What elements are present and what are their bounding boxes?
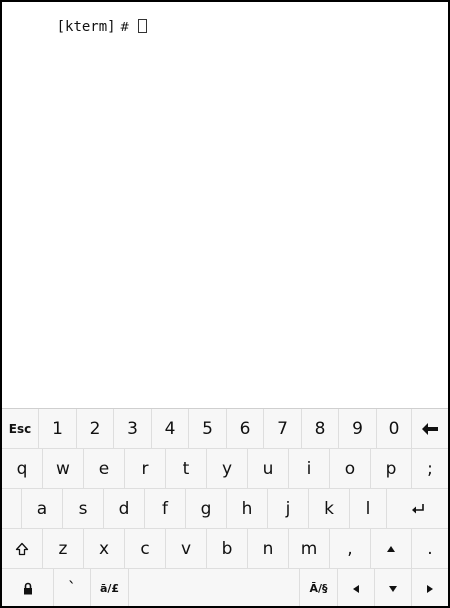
key-shift[interactable] — [2, 529, 43, 569]
key-u[interactable]: u — [248, 449, 289, 489]
key-space[interactable] — [129, 569, 300, 606]
key-period[interactable]: . — [412, 529, 448, 569]
key-esc[interactable]: Esc — [2, 409, 39, 449]
key-8[interactable]: 8 — [302, 409, 339, 449]
text-cursor — [137, 19, 147, 33]
key-comma[interactable]: , — [330, 529, 371, 569]
keyboard-row-1: Esc 1 2 3 4 5 6 7 8 9 0 — [2, 409, 448, 449]
arrow-left-icon — [353, 584, 359, 593]
lock-icon — [23, 582, 32, 595]
arrow-down-icon — [389, 585, 397, 592]
key-enter[interactable] — [387, 489, 448, 529]
on-screen-keyboard: Esc 1 2 3 4 5 6 7 8 9 0 q w e r t y u i … — [2, 408, 448, 606]
key-1[interactable]: 1 — [39, 409, 77, 449]
key-7[interactable]: 7 — [264, 409, 302, 449]
key-4[interactable]: 4 — [152, 409, 189, 449]
key-n[interactable]: n — [248, 529, 289, 569]
key-6[interactable]: 6 — [227, 409, 264, 449]
key-x[interactable]: x — [84, 529, 125, 569]
key-down[interactable] — [375, 569, 412, 606]
arrow-up-icon — [387, 545, 395, 552]
key-r[interactable]: r — [125, 449, 166, 489]
key-e[interactable]: e — [84, 449, 125, 489]
keyboard-row-4: z x c v b n m , . — [2, 529, 448, 569]
key-m[interactable]: m — [289, 529, 330, 569]
key-caps-lock[interactable] — [2, 569, 54, 606]
key-o[interactable]: o — [330, 449, 371, 489]
keyboard-row-3: a s d f g h j k l — [2, 489, 448, 529]
key-backspace[interactable] — [412, 409, 448, 449]
prompt-bracket-right: ] — [107, 19, 116, 35]
key-f[interactable]: f — [145, 489, 186, 529]
key-k[interactable]: k — [309, 489, 350, 529]
prompt-line: [kterm] # — [6, 3, 147, 35]
key-l[interactable]: l — [350, 489, 387, 529]
key-9[interactable]: 9 — [339, 409, 377, 449]
key-right[interactable] — [412, 569, 448, 606]
key-spacer-left — [2, 489, 22, 529]
key-0[interactable]: 0 — [377, 409, 412, 449]
prompt-name: kterm — [65, 19, 108, 35]
key-q[interactable]: q — [2, 449, 43, 489]
key-p[interactable]: p — [371, 449, 412, 489]
key-z[interactable]: z — [43, 529, 84, 569]
key-alt-right[interactable]: Ā/§ — [300, 569, 338, 606]
key-a[interactable]: a — [22, 489, 63, 529]
screen: [kterm] # Esc 1 2 3 4 5 6 7 8 9 0 q w e r… — [2, 2, 448, 606]
key-g[interactable]: g — [186, 489, 227, 529]
key-3[interactable]: 3 — [114, 409, 152, 449]
key-backtick[interactable]: ` — [54, 569, 91, 606]
keyboard-row-5: ` ā/£ Ā/§ — [2, 569, 448, 606]
key-5[interactable]: 5 — [189, 409, 227, 449]
key-j[interactable]: j — [268, 489, 309, 529]
key-up[interactable] — [371, 529, 412, 569]
key-s[interactable]: s — [63, 489, 104, 529]
key-i[interactable]: i — [289, 449, 330, 489]
keyboard-row-2: q w e r t y u i o p ; — [2, 449, 448, 489]
key-left[interactable] — [338, 569, 375, 606]
prompt-bracket-left: [ — [56, 19, 66, 35]
key-y[interactable]: y — [207, 449, 248, 489]
key-d[interactable]: d — [104, 489, 145, 529]
key-b[interactable]: b — [207, 529, 248, 569]
key-2[interactable]: 2 — [77, 409, 114, 449]
arrow-right-icon — [427, 584, 433, 593]
shift-outline-icon — [15, 542, 29, 555]
key-alt-left[interactable]: ā/£ — [91, 569, 129, 606]
key-w[interactable]: w — [43, 449, 84, 489]
enter-return-icon — [411, 503, 424, 513]
backspace-arrow-icon — [422, 422, 438, 435]
key-v[interactable]: v — [166, 529, 207, 569]
key-h[interactable]: h — [227, 489, 268, 529]
prompt-symbol: # — [119, 20, 130, 34]
key-t[interactable]: t — [166, 449, 207, 489]
key-semicolon[interactable]: ; — [412, 449, 448, 489]
key-c[interactable]: c — [125, 529, 166, 569]
terminal-area[interactable]: [kterm] # — [2, 2, 448, 408]
